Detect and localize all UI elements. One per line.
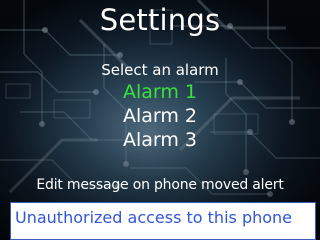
moved-alert-message-label: Edit message on phone moved alert (36, 177, 284, 193)
page-title: Settings (99, 3, 221, 37)
alarm-1-option[interactable]: Alarm 1 (0, 80, 320, 104)
alarm-select-prompt: Select an alarm (101, 61, 219, 79)
alarm-3-option[interactable]: Alarm 3 (0, 128, 320, 152)
alarm-2-option[interactable]: Alarm 2 (0, 104, 320, 128)
settings-screen: Settings Select an alarm Alarm 1 Alarm 2… (0, 0, 320, 240)
alarm-list: Alarm 1 Alarm 2 Alarm 3 (0, 80, 320, 152)
moved-alert-message-field[interactable]: Unauthorized access to this phone (10, 202, 316, 240)
